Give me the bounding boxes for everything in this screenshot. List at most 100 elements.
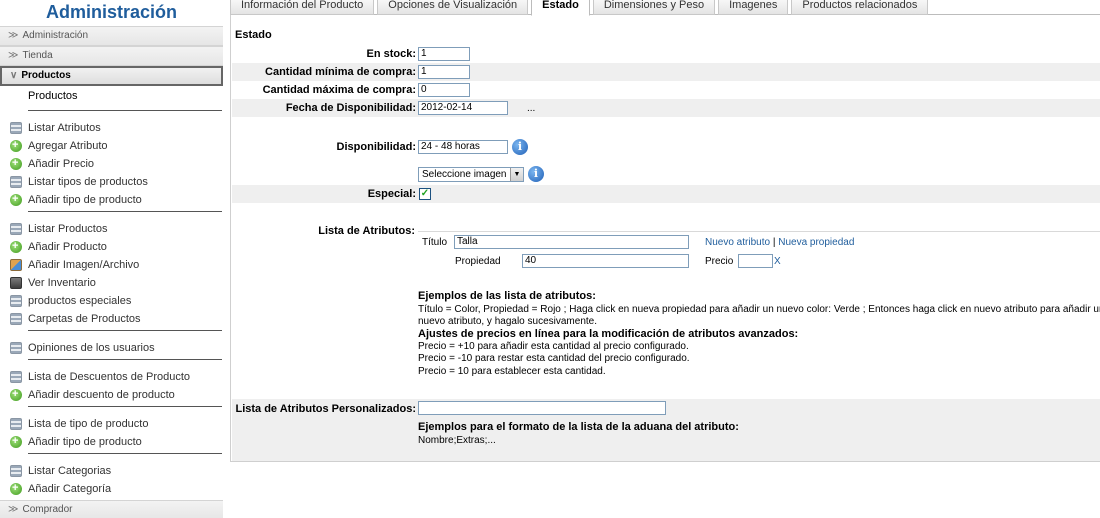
section-comprador[interactable]: ≫ Comprador <box>0 500 223 518</box>
section-title: Estado <box>235 29 272 41</box>
tab-0[interactable]: Información del Producto <box>230 0 375 15</box>
list-icon <box>10 371 22 383</box>
sidebar-item[interactable]: Añadir Precio <box>0 155 223 173</box>
add-icon <box>10 155 22 171</box>
sidebar-item[interactable]: Añadir tipo de producto <box>0 191 223 209</box>
sidebar-item[interactable]: Añadir descuento de producto <box>0 386 223 404</box>
chevron-right-icon: ≫ <box>8 504 19 515</box>
titulo-input[interactable]: Talla <box>454 235 689 249</box>
info-icon[interactable]: i <box>512 139 528 155</box>
personalizados-input[interactable] <box>418 401 666 415</box>
tab-3[interactable]: Dimensiones y Peso <box>592 0 716 15</box>
sidebar-item[interactable]: Listar Categorias <box>0 462 223 480</box>
sidebar-item-label: Listar tipos de productos <box>28 176 148 188</box>
section-administracion[interactable]: ≫ Administración <box>0 26 223 46</box>
nuevo-atributo-link[interactable]: Nuevo atributo <box>705 237 770 248</box>
divider <box>28 330 222 331</box>
lista-atributos-label: Lista de Atributos: <box>318 225 415 237</box>
list-icon <box>10 176 22 188</box>
list-icon <box>10 418 22 430</box>
sidebar-item[interactable]: Lista de tipo de producto <box>0 415 223 433</box>
chevron-down-icon: ▼ <box>510 168 523 181</box>
personalizados-label: Lista de Atributos Personalizados: <box>235 403 416 415</box>
propiedad-input[interactable]: 40 <box>522 254 689 268</box>
tab-4[interactable]: Imagenes <box>718 0 789 15</box>
section-label: Productos <box>21 70 71 81</box>
sidebar-item-label: Añadir tipo de producto <box>28 194 142 206</box>
sidebar-item[interactable]: Añadir tipo de producto <box>0 433 223 451</box>
divider <box>28 211 222 212</box>
tab-1[interactable]: Opciones de Visualización <box>377 0 529 15</box>
list-icon <box>10 122 22 134</box>
list-icon <box>10 223 22 235</box>
sidebar-item[interactable]: productos especiales <box>0 292 223 310</box>
tab-2[interactable]: Estado <box>531 0 590 16</box>
precio-label: Precio <box>705 256 734 267</box>
cantidad-minima-input[interactable]: 1 <box>418 65 470 79</box>
image-icon <box>10 259 22 271</box>
sidebar-item-label: Añadir Imagen/Archivo <box>28 259 140 271</box>
imagen-select[interactable]: Seleccione imagen ▼ <box>418 167 524 182</box>
chevron-right-icon: ≫ <box>8 30 19 41</box>
list-icon <box>10 295 22 307</box>
delete-property-button[interactable]: X <box>774 256 781 267</box>
sidebar-item[interactable]: Opiniones de los usuarios <box>0 339 223 357</box>
sidebar-item-label: Lista de Descuentos de Producto <box>28 371 191 383</box>
cantidad-maxima-label: Cantidad máxima de compra: <box>262 84 416 96</box>
date-picker-button[interactable]: ... <box>527 103 535 114</box>
row-imagen-select: Seleccione imagen ▼ i <box>232 165 1100 185</box>
ejemplos-line1: Título = Color, Propiedad = Rojo ; Haga … <box>418 304 1100 315</box>
especial-checkbox[interactable]: ✓ <box>419 188 431 200</box>
disponibilidad-label: Disponibilidad: <box>336 141 416 153</box>
sidebar-item-label: Opiniones de los usuarios <box>28 342 155 354</box>
sidebar-item-label: Añadir tipo de producto <box>28 436 142 448</box>
nueva-propiedad-link[interactable]: Nueva propiedad <box>778 237 854 248</box>
row-cantidad-minima: Cantidad mínima de compra: 1 <box>232 63 1100 81</box>
section-productos[interactable]: ∨ Productos <box>0 66 223 86</box>
ajustes-heading: Ajustes de precios en línea para la modi… <box>418 328 799 340</box>
fecha-disponibilidad-input[interactable]: 2012-02-14 <box>418 101 508 115</box>
section-tienda[interactable]: ≫ Tienda <box>0 46 223 66</box>
sidebar-subheader-productos: Productos <box>28 90 78 102</box>
fecha-disponibilidad-label: Fecha de Disponibilidad: <box>285 102 416 114</box>
sidebar-item-label: Lista de tipo de producto <box>28 418 149 430</box>
row-fecha-disponibilidad: Fecha de Disponibilidad: 2012-02-14 ... <box>232 99 1100 117</box>
sidebar-item[interactable]: Listar Productos <box>0 220 223 238</box>
sidebar-item-label: Listar Productos <box>28 223 108 235</box>
add-icon <box>10 480 22 496</box>
sidebar-item[interactable]: Añadir Imagen/Archivo <box>0 256 223 274</box>
cantidad-maxima-input[interactable]: 0 <box>418 83 470 97</box>
sidebar-item-label: Añadir Producto <box>28 241 107 253</box>
row-especial: Especial: ✓ <box>232 185 1100 203</box>
sidebar-item-label: Ver Inventario <box>28 277 96 289</box>
info-icon[interactable]: i <box>528 166 544 182</box>
product-status-panel: Estado En stock: 1 Cantidad mínima de co… <box>230 15 1100 462</box>
chevron-down-icon: ∨ <box>10 70 18 81</box>
sidebar-item[interactable]: Listar Atributos <box>0 119 223 137</box>
attribute-links: Nuevo atributo | Nueva propiedad <box>705 237 854 248</box>
divider <box>28 359 222 360</box>
sidebar-item-label: Agregar Atributo <box>28 140 108 152</box>
precio-input[interactable] <box>738 254 773 268</box>
add-icon <box>10 238 22 254</box>
cantidad-minima-label: Cantidad mínima de compra: <box>265 66 416 78</box>
attribute-list-box: Título Talla Nuevo atributo | Nueva prop… <box>418 231 1100 269</box>
sidebar-item[interactable]: Ver Inventario <box>0 274 223 292</box>
propiedad-label: Propiedad <box>455 256 501 267</box>
sidebar-item[interactable]: Carpetas de Productos <box>0 310 223 328</box>
ejemplos-heading: Ejemplos de las lista de atributos: <box>418 290 596 302</box>
sidebar-item-label: productos especiales <box>28 295 132 307</box>
sidebar-item[interactable]: Listar tipos de productos <box>0 173 223 191</box>
disponibilidad-input[interactable]: 24 - 48 horas <box>418 140 508 154</box>
sidebar-item-label: Añadir descuento de producto <box>28 389 175 401</box>
sidebar-item[interactable]: Agregar Atributo <box>0 137 223 155</box>
sidebar-item[interactable]: Añadir Categoría <box>0 480 223 498</box>
en-stock-input[interactable]: 1 <box>418 47 470 61</box>
sidebar-item[interactable]: Añadir Producto <box>0 238 223 256</box>
row-disponibilidad: Disponibilidad: 24 - 48 horas i <box>232 138 1100 158</box>
tab-5[interactable]: Productos relacionados <box>791 0 929 15</box>
tab-bar: Información del Producto Opciones de Visu… <box>230 0 1100 16</box>
sidebar-item-label: Añadir Categoría <box>28 483 112 495</box>
sidebar-item[interactable]: Lista de Descuentos de Producto <box>0 368 223 386</box>
row-cantidad-maxima: Cantidad máxima de compra: 0 <box>232 81 1100 99</box>
